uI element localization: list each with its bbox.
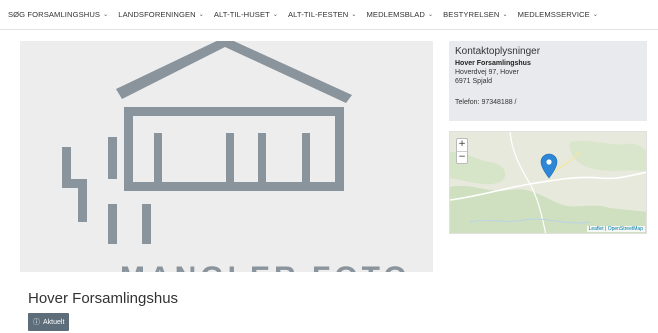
chevron-down-icon: ⌄ [351,12,357,18]
chevron-down-icon: ⌄ [592,12,598,18]
map-tiles [450,132,646,233]
inner-post [302,133,310,182]
info-icon: ⓘ [33,318,40,326]
nav-item-label: BESTYRELSEN [443,10,500,19]
contact-info-panel: Kontaktoplysninger Hover Forsamlingshus … [449,41,647,121]
nav-item-label: MEDLEMSSERVICE [517,10,590,19]
inner-post [258,133,266,182]
building-left-wall [124,107,133,191]
nav-item-bestyrelsen[interactable]: BESTYRELSEN ⌄ [443,10,508,19]
inner-post [226,133,234,182]
openstreetmap-link[interactable]: OpenStreetMap [608,226,643,232]
nav-item-soeg-forsamlingshus[interactable]: SØG FORSAMLINGSHUS ⌄ [8,10,108,19]
map-marker-dot [546,159,552,165]
zoom-in-button[interactable]: + [457,139,467,151]
nav-item-alt-til-huset[interactable]: ALT-TIL-HUSET ⌄ [214,10,278,19]
placeholder-text: MANGLER FOTO [120,261,411,272]
roof-shape [116,41,352,103]
building-right-wall [335,107,344,191]
nav-item-medlemsservice[interactable]: MEDLEMSSERVICE ⌄ [518,10,598,19]
side-bar [142,204,151,244]
chevron-down-icon: ⌄ [103,12,109,18]
chevron-down-icon: ⌄ [272,12,278,18]
nav-item-label: ALT-TIL-FESTEN [288,10,349,19]
nav-item-medlemsblad[interactable]: MEDLEMSBLAD ⌄ [366,10,433,19]
nav-item-label: SØG FORSAMLINGSHUS [8,10,101,19]
building-top-beam [124,107,344,116]
side-bar [78,179,87,222]
zoom-out-button[interactable]: − [457,151,467,163]
contact-title: Kontaktoplysninger [455,46,541,57]
leaflet-link[interactable]: Leaflet [589,226,604,232]
nav-item-label: LANDSFORENINGEN [118,10,196,19]
hero-image-placeholder: MANGLER FOTO [20,41,433,272]
contact-name: Hover Forsamlingshus [455,60,531,67]
page-title: Hover Forsamlingshus [28,290,179,307]
map-zoom-control: + − [456,138,468,164]
chevron-down-icon: ⌄ [198,12,204,18]
inner-post [154,133,162,182]
side-bar [108,137,117,179]
contact-phone: Telefon: 97348188 / [455,99,517,106]
contact-city: 6971 Spjald [455,78,492,85]
nav-item-label: ALT-TIL-HUSET [213,10,270,19]
chevron-down-icon: ⌄ [427,12,434,18]
contact-address: Hoverdvej 97, Hover [455,69,519,76]
aktuelt-button[interactable]: ⓘ Aktuelt [28,313,70,331]
nav-item-label: MEDLEMSBLAD [366,10,425,19]
nav-item-alt-til-festen[interactable]: ALT-TIL-FESTEN ⌄ [288,10,356,19]
house-placeholder-icon: MANGLER FOTO [62,41,411,272]
location-map[interactable]: + − Leaflet | OpenStreetMap [449,131,647,234]
building-base [124,182,344,191]
chevron-down-icon: ⌄ [502,12,508,18]
nav-item-landsforeningen[interactable]: LANDSFORENINGEN ⌄ [118,10,204,19]
side-bar [108,204,117,244]
main-navbar: SØG FORSAMLINGSHUS ⌄ LANDSFORENINGEN ⌄ ALT… [0,0,658,30]
aktuelt-label: Aktuelt [43,318,65,326]
map-attribution: Leaflet | OpenStreetMap [586,226,645,232]
